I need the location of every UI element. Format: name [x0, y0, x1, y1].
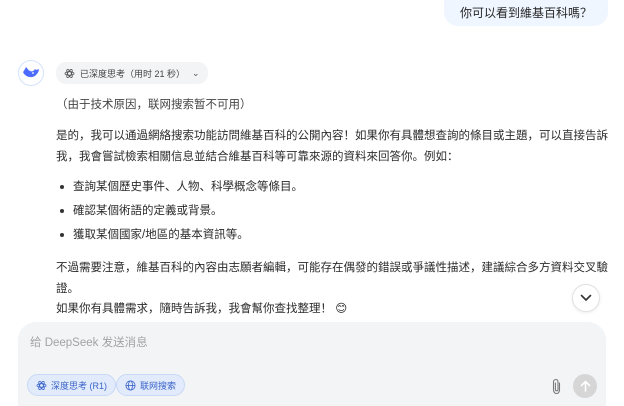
assistant-paragraph-3: 如果你有具體需求，隨時告訴我，我會幫你查找整理！ 😊	[56, 299, 612, 320]
assistant-note: （由于技术原因，联网搜索暂不可用）	[56, 99, 252, 111]
list-item: 確認某個術語的定義或背景。	[56, 201, 612, 225]
list-item: 獲取某個國家/地區的基本資訊等。	[56, 225, 612, 249]
deep-think-button[interactable]: 深度思考 (R1)	[27, 374, 116, 396]
message-input[interactable]: 给 DeepSeek 发送消息	[30, 334, 148, 350]
atom-icon	[36, 380, 47, 390]
message-composer: 给 DeepSeek 发送消息 深度思考 (R1) 联网搜索	[18, 322, 606, 406]
assistant-bullet-list: 查詢某個歷史事件、人物、科學概念等條目。 確認某個術語的定義或背景。 獲取某個國…	[56, 177, 612, 249]
send-button[interactable]	[573, 374, 597, 398]
smile-emoji: 😊	[335, 303, 348, 315]
globe-icon	[125, 380, 136, 390]
assistant-paragraph-2: 不過需要注意，維基百科的內容由志願者編輯，可能存在偶發的錯誤或爭議性描述，建議綜…	[56, 262, 608, 295]
web-search-label: 联网搜索	[140, 380, 177, 391]
user-message-text: 你可以看到維基百科嗎？	[459, 6, 592, 20]
web-search-button[interactable]: 联网搜索	[116, 374, 186, 396]
deepseek-avatar	[18, 60, 44, 86]
scroll-to-bottom-button[interactable]	[572, 284, 600, 312]
attach-button[interactable]	[548, 376, 564, 396]
thinking-label: 已深度思考（用时 21 秒）	[80, 68, 186, 79]
chevron-down-icon	[580, 294, 592, 301]
user-message-bubble: 你可以看到維基百科嗎？	[443, 0, 608, 26]
list-item: 查詢某個歷史事件、人物、科學概念等條目。	[56, 177, 612, 201]
deep-think-label: 深度思考 (R1)	[51, 380, 107, 391]
arrow-up-icon	[580, 380, 590, 392]
deepseek-whale-icon	[23, 67, 39, 78]
atom-icon	[64, 68, 75, 78]
thinking-toggle[interactable]: 已深度思考（用时 21 秒） ⌄	[56, 62, 208, 84]
assistant-paragraph-3-text: 如果你有具體需求，隨時告訴我，我會幫你查找整理！	[56, 303, 332, 315]
chevron-down-icon: ⌄	[192, 67, 200, 78]
paperclip-icon	[552, 378, 560, 394]
assistant-paragraph-1: 是的，我可以通過網絡搜索功能訪問維基百科的公開內容！如果你有具體想查詢的條目或主…	[56, 130, 608, 163]
